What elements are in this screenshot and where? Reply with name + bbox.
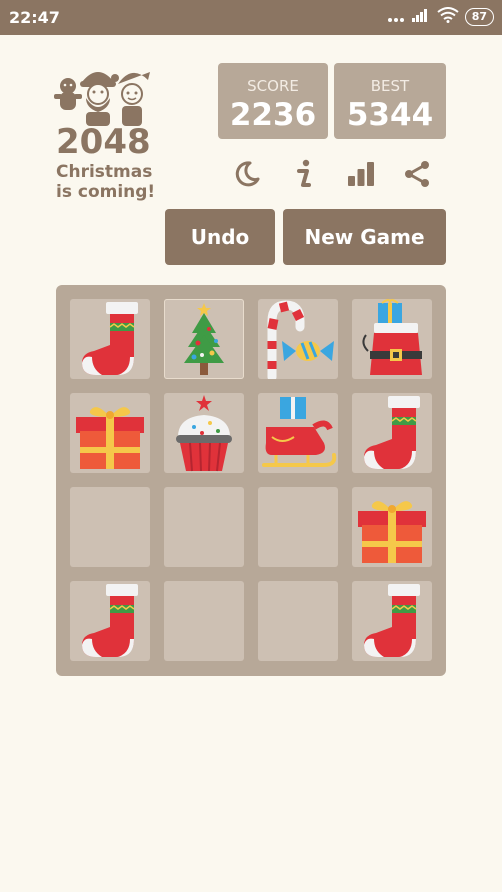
tile-gift — [352, 487, 432, 567]
tile-stocking — [352, 581, 432, 661]
score-value: 2236 — [229, 97, 317, 133]
new-game-button[interactable]: New Game — [283, 209, 446, 265]
empty-cell — [258, 487, 338, 567]
wifi-icon — [437, 7, 459, 27]
status-bar: 22:47 87 — [0, 0, 502, 35]
score-label: SCORE — [247, 77, 299, 95]
cupcake-icon — [176, 395, 232, 472]
stocking-icon — [82, 302, 138, 375]
santa-bag-icon — [362, 299, 422, 375]
tile-sleigh — [258, 393, 338, 473]
leaderboard-icon[interactable] — [343, 156, 379, 192]
empty-cell — [70, 487, 150, 567]
game-title: 2048 — [56, 122, 151, 162]
moon-icon[interactable] — [228, 156, 264, 192]
candy-icon — [267, 300, 334, 379]
christmas-logo-icon — [52, 60, 152, 128]
tile-stocking — [352, 393, 432, 473]
tile-tree — [164, 299, 244, 379]
best-label: BEST — [370, 77, 410, 95]
stocking-icon — [364, 584, 420, 657]
share-icon[interactable] — [399, 156, 435, 192]
tile-stocking — [70, 581, 150, 661]
tree-icon — [184, 303, 224, 375]
tile-gift — [70, 393, 150, 473]
battery-indicator: 87 — [464, 8, 494, 26]
best-value: 5344 — [346, 97, 434, 133]
score-box: SCORE 2236 — [218, 63, 328, 139]
best-box: BEST 5344 — [334, 63, 446, 139]
status-time: 22:47 — [9, 8, 60, 27]
stocking-icon — [364, 396, 420, 469]
signal-icon — [411, 7, 431, 27]
empty-cell — [164, 487, 244, 567]
gift-icon — [76, 407, 144, 469]
sleigh-icon — [262, 397, 337, 467]
subtitle-line-2: is coming! — [56, 182, 156, 202]
empty-cell — [258, 581, 338, 661]
info-icon[interactable] — [285, 156, 321, 192]
game-board[interactable] — [56, 285, 446, 676]
subtitle-line-1: Christmas — [56, 162, 153, 182]
tile-candy — [258, 299, 338, 379]
tile-stocking — [70, 299, 150, 379]
more-dots-icon — [387, 8, 405, 27]
tile-santa-bag — [352, 299, 432, 379]
stocking-icon — [82, 584, 138, 657]
game-subtitle: Christmas is coming! — [56, 162, 155, 202]
tile-cupcake — [164, 393, 244, 473]
empty-cell — [164, 581, 244, 661]
gift-icon — [358, 501, 426, 563]
undo-button[interactable]: Undo — [165, 209, 275, 265]
